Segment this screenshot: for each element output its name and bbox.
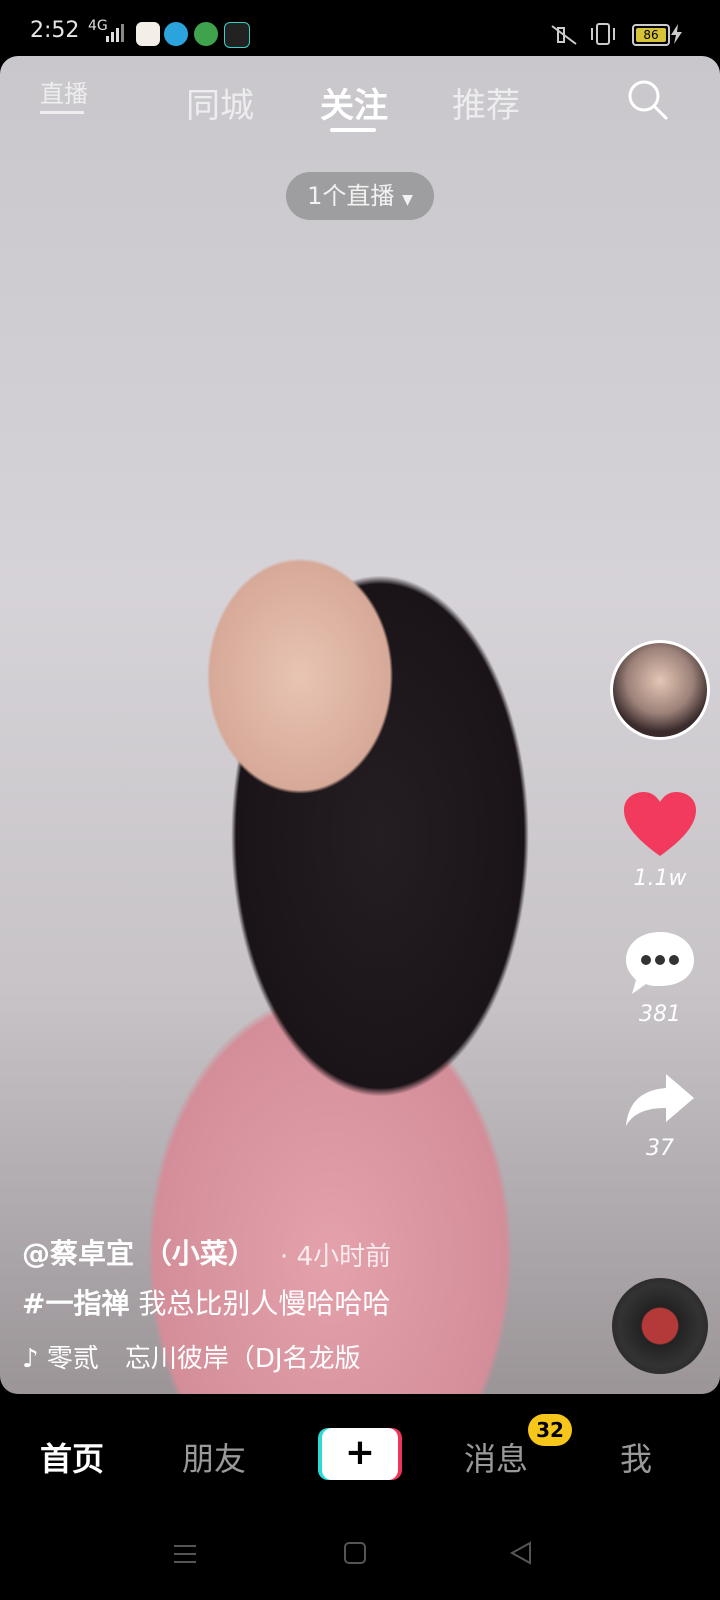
charging-icon xyxy=(670,24,684,48)
music-info[interactable]: ♪ 零贰 忘川彼岸（DJ名龙版 xyxy=(22,1338,382,1375)
music-title: 零贰 忘川彼岸（DJ名龙版 xyxy=(46,1344,361,1374)
share-icon xyxy=(626,1074,694,1126)
hashtag[interactable]: #一指禅 xyxy=(22,1287,129,1320)
comment-button[interactable] xyxy=(622,928,698,1002)
live-count-pill[interactable]: 1个直播 ▼ xyxy=(286,172,434,220)
message-badge: 32 xyxy=(528,1414,572,1446)
system-nav-bar xyxy=(0,1514,720,1600)
status-bar: 2:52 4G 86 xyxy=(0,0,720,56)
app-notification-icon xyxy=(194,22,218,46)
signal-bars-icon xyxy=(106,24,126,42)
description-text: 我总比别人慢哈哈哈 xyxy=(138,1287,391,1320)
network-indicator: 4G xyxy=(88,18,108,34)
telegram-icon xyxy=(164,22,188,46)
like-count: 1.1w xyxy=(633,866,687,891)
tab-same-city[interactable]: 同城 xyxy=(186,78,254,127)
vibrate-icon xyxy=(588,22,618,50)
menu-icon[interactable] xyxy=(172,1542,198,1570)
video-player[interactable] xyxy=(0,56,720,1394)
heart-icon xyxy=(624,792,696,856)
music-note-icon: ♪ xyxy=(22,1344,39,1374)
tab-recommended[interactable]: 推荐 xyxy=(452,78,520,127)
author-avatar[interactable] xyxy=(610,640,710,740)
comment-count: 381 xyxy=(639,1002,681,1027)
app-notification-icon xyxy=(136,22,160,46)
like-button[interactable] xyxy=(622,790,698,864)
comment-icon xyxy=(626,932,694,994)
share-button[interactable] xyxy=(622,1070,698,1134)
tab-following[interactable]: 关注 xyxy=(320,78,388,127)
back-icon[interactable] xyxy=(508,1540,534,1570)
create-button[interactable]: + xyxy=(318,1428,402,1480)
battery-indicator: 86 xyxy=(632,24,670,46)
post-time: · 4小时前 xyxy=(280,1242,392,1272)
app-notification-icon xyxy=(224,22,250,48)
plus-icon: + xyxy=(322,1428,398,1480)
author-name[interactable]: @蔡卓宜 （小菜） xyxy=(22,1232,256,1272)
nav-home[interactable]: 首页 xyxy=(40,1434,104,1480)
mute-vibrate-icon xyxy=(550,24,580,50)
search-icon[interactable] xyxy=(626,78,668,120)
caret-down-icon: ▼ xyxy=(402,192,413,208)
nav-messages[interactable]: 消息 xyxy=(464,1434,528,1480)
live-entry-label: 直播 xyxy=(40,80,88,108)
nav-friends[interactable]: 朋友 xyxy=(182,1434,246,1480)
nav-me[interactable]: 我 xyxy=(620,1434,652,1480)
live-count-label: 1个直播 xyxy=(307,182,395,210)
share-count: 37 xyxy=(646,1136,674,1161)
video-description: #一指禅 我总比别人慢哈哈哈 xyxy=(22,1282,390,1322)
home-icon[interactable] xyxy=(342,1540,368,1570)
active-tab-indicator xyxy=(330,128,376,132)
live-entry-icon[interactable]: 直播 xyxy=(40,74,88,114)
music-disc-icon[interactable] xyxy=(612,1278,708,1374)
status-time: 2:52 xyxy=(30,18,80,43)
